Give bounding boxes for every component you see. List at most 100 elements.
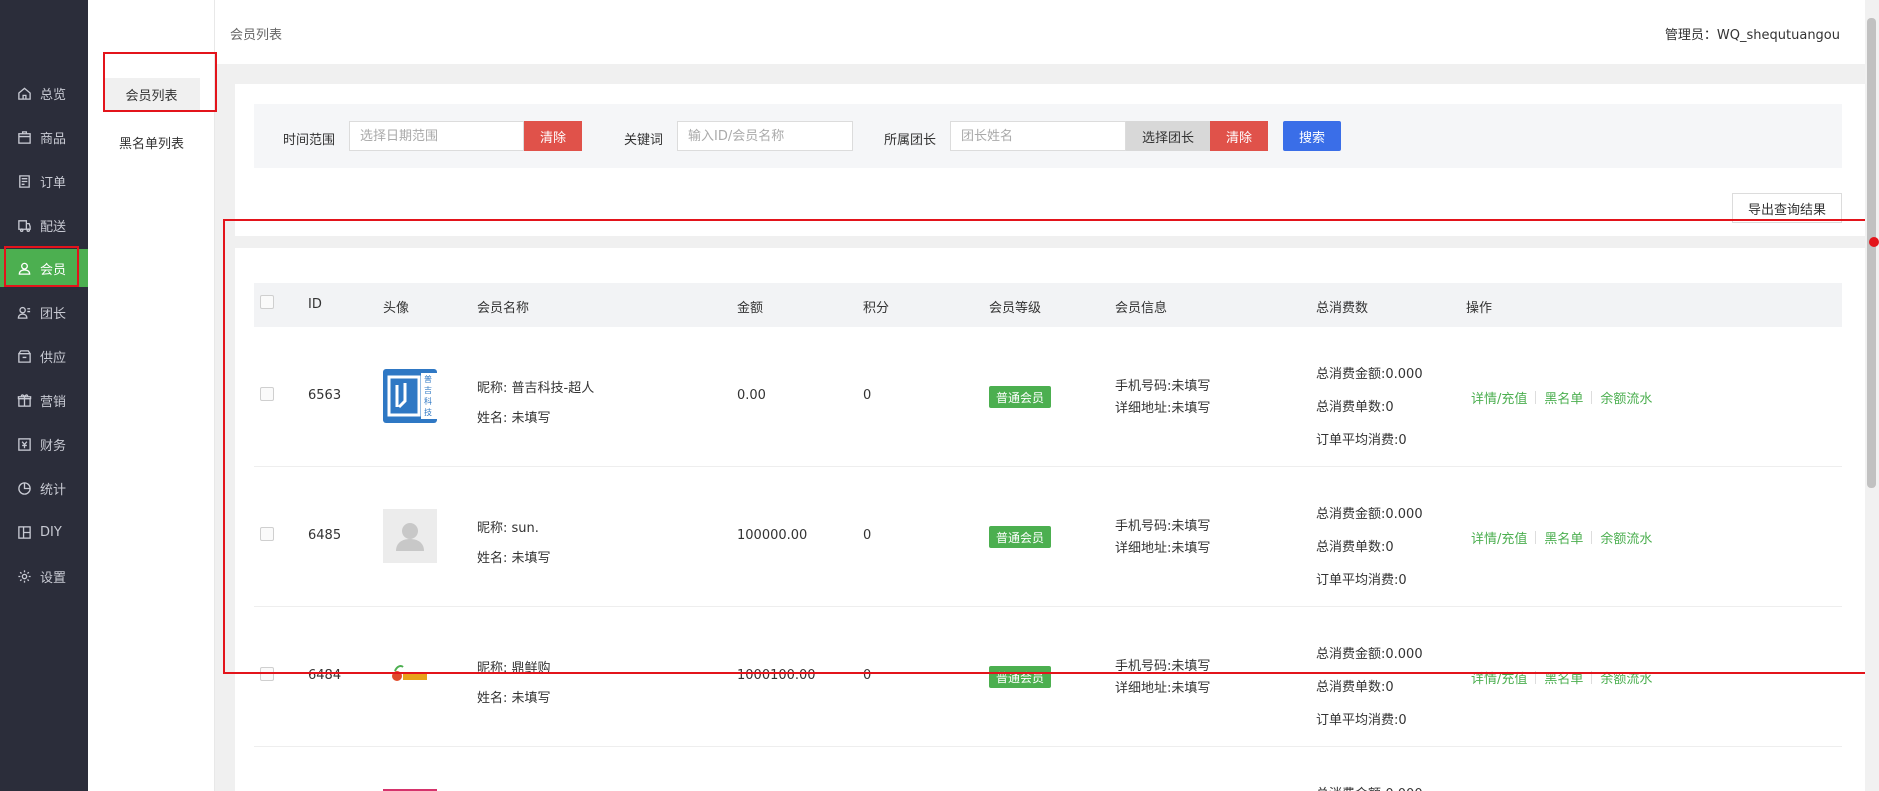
nav-item-supply[interactable]: 供应: [0, 337, 88, 375]
export-results-button[interactable]: 导出查询结果: [1732, 193, 1842, 223]
col-header-consume: 总消费数: [1316, 301, 1369, 316]
row-actions: 详情/充值 黑名单 余额流水: [1471, 388, 1652, 407]
nav-item-label: 会员: [40, 262, 67, 278]
clear-leader-button[interactable]: 清除: [1210, 121, 1268, 151]
leader-icon: [16, 304, 32, 320]
level-badge: 普通会员: [989, 526, 1051, 548]
select-leader-button[interactable]: 选择团长: [1126, 121, 1210, 151]
nav-item-orders[interactable]: 订单: [0, 162, 88, 200]
balance-log-link[interactable]: 余额流水: [1600, 668, 1652, 687]
member-id: 6484: [308, 668, 342, 683]
keyword-label: 关键词: [624, 133, 664, 148]
row-checkbox[interactable]: [260, 387, 274, 401]
blacklist-link[interactable]: 黑名单: [1544, 388, 1583, 407]
nav-item-settings[interactable]: 设置: [0, 557, 88, 595]
col-header-name: 会员名称: [477, 301, 530, 316]
breadcrumb: 会员列表: [230, 28, 283, 43]
total-consume-orders: 总消费单数:0: [1316, 400, 1394, 415]
gift-icon: [16, 392, 32, 408]
select-all-checkbox[interactable]: [260, 295, 274, 309]
action-separator: [1591, 531, 1593, 544]
subnav-item-member-list[interactable]: 会员列表: [103, 78, 200, 110]
clear-date-button[interactable]: 清除: [524, 121, 582, 151]
balance-log-link[interactable]: 余额流水: [1600, 388, 1652, 407]
nav-item-label: 配送: [40, 219, 67, 235]
col-header-points: 积分: [863, 301, 890, 316]
row-checkbox[interactable]: [260, 527, 274, 541]
supply-icon: [16, 348, 32, 364]
col-header-id: ID: [308, 297, 322, 312]
detail-recharge-link[interactable]: 详情/充值: [1471, 388, 1527, 407]
member-nickname: 昵称: 鼎鲜购: [477, 661, 551, 676]
search-button[interactable]: 搜索: [1283, 121, 1341, 151]
gear-icon: [16, 568, 32, 584]
member-id: 6563: [308, 388, 342, 403]
nav-item-members[interactable]: 会员: [0, 249, 88, 287]
member-address: 详细地址:未填写: [1115, 401, 1211, 416]
member-phone: 手机号码:未填写: [1115, 519, 1211, 534]
table-header: ID 头像 会员名称 金额 积分 会员等级 会员信息 总消费数 操作: [254, 283, 1842, 327]
blacklist-link[interactable]: 黑名单: [1544, 668, 1583, 687]
main-sidebar: 总览 商品 订单 配送 会员 团长 供应 营销 财务 统计 DIY 设置: [0, 0, 88, 791]
action-separator: [1535, 671, 1537, 684]
leader-label: 所属团长: [884, 133, 937, 148]
nav-item-leaders[interactable]: 团长: [0, 293, 88, 331]
nav-item-label: 统计: [40, 482, 67, 498]
level-badge: 普通会员: [989, 386, 1051, 408]
nav-item-diy[interactable]: DIY: [0, 513, 88, 551]
member-realname: 姓名: 未填写: [477, 551, 551, 566]
subnav-item-label: 黑名单列表: [118, 136, 184, 152]
nav-item-label: DIY: [40, 524, 62, 540]
member-phone: 手机号码:未填写: [1115, 379, 1211, 394]
nav-item-finance[interactable]: 财务: [0, 425, 88, 463]
member-id: 6485: [308, 528, 342, 543]
row-checkbox[interactable]: [260, 667, 274, 681]
total-consume-amount: 总消费金额:0.000: [1316, 647, 1423, 662]
subnav-item-blacklist[interactable]: 黑名单列表: [103, 126, 200, 158]
detail-recharge-link[interactable]: 详情/充值: [1471, 528, 1527, 547]
default-avatar-icon: [396, 523, 424, 551]
nav-item-label: 订单: [40, 175, 67, 191]
leader-name-input[interactable]: [950, 121, 1126, 151]
nav-item-overview[interactable]: 总览: [0, 74, 88, 112]
action-separator: [1591, 671, 1593, 684]
table-row: 6485 昵称: sun. 姓名: 未填写 100000.00 0 普通会员 手…: [254, 467, 1842, 607]
member-amount: 0.00: [737, 388, 766, 403]
admin-label: 管理员：: [1664, 28, 1717, 43]
home-icon: [16, 85, 32, 101]
avatar: [383, 509, 437, 563]
avg-order-consume: 订单平均消费:0: [1316, 433, 1407, 448]
row-actions: 详情/充值 黑名单 余额流水: [1471, 668, 1652, 687]
keyword-input[interactable]: [677, 121, 853, 151]
detail-recharge-link[interactable]: 详情/充值: [1471, 668, 1527, 687]
action-separator: [1591, 391, 1593, 404]
nav-item-products[interactable]: 商品: [0, 118, 88, 156]
member-address: 详细地址:未填写: [1115, 541, 1211, 556]
diy-icon: [16, 524, 32, 540]
filter-bar: 时间范围 清除 关键词 所属团长 选择团长 清除 搜索: [254, 104, 1842, 168]
action-separator: [1535, 531, 1537, 544]
nav-item-marketing[interactable]: 营销: [0, 381, 88, 419]
member-points: 0: [863, 388, 872, 403]
delivery-icon: [16, 217, 32, 233]
member-nickname: 昵称: 普吉科技-超人: [477, 381, 595, 396]
scrollbar-thumb[interactable]: [1867, 18, 1876, 488]
date-range-input[interactable]: [349, 121, 524, 151]
annotation-marker: [1869, 237, 1879, 247]
member-points: 0: [863, 528, 872, 543]
balance-log-link[interactable]: 余额流水: [1600, 528, 1652, 547]
col-header-ops: 操作: [1466, 301, 1493, 316]
admin-name: WQ_shequtuangou: [1716, 28, 1840, 43]
nav-item-delivery[interactable]: 配送: [0, 206, 88, 244]
nav-item-statistics[interactable]: 统计: [0, 469, 88, 507]
member-amount: 1000100.00: [737, 668, 816, 683]
table-row: 6563 普吉科技 昵称: 普吉科技-超人 姓名: 未填写 0.00 0 普通会…: [254, 327, 1842, 467]
nav-item-label: 总览: [40, 87, 67, 103]
total-consume-amount: 总消费金额:0.000: [1316, 507, 1423, 522]
total-consume-amount: 总消费金额:0.000: [1316, 783, 1423, 791]
nav-item-label: 供应: [40, 350, 67, 366]
member-amount: 100000.00: [737, 528, 808, 543]
sub-sidebar: 会员列表 黑名单列表: [88, 0, 215, 791]
nav-item-label: 财务: [40, 438, 67, 454]
blacklist-link[interactable]: 黑名单: [1544, 528, 1583, 547]
